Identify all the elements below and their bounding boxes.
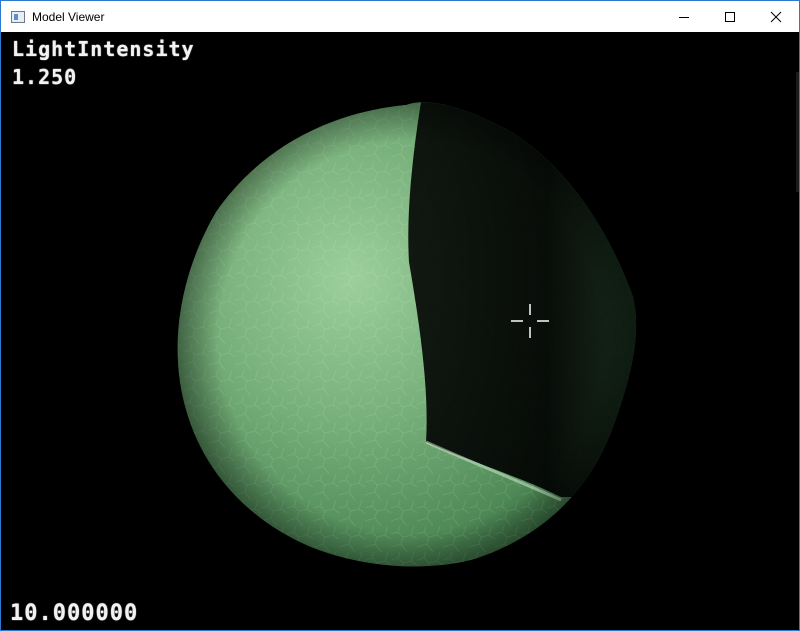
close-button[interactable] [753, 1, 799, 32]
title-bar[interactable]: Model Viewer [1, 1, 799, 32]
model-viewer-window: Model Viewer LightIntensity 1.250 10.000… [0, 0, 800, 631]
app-window-icon [11, 10, 25, 23]
maximize-button[interactable] [707, 1, 753, 32]
minimize-button[interactable] [661, 1, 707, 32]
viewport-edge [796, 72, 799, 192]
bottom-readout: 10.000000 [10, 601, 139, 626]
minimize-icon [679, 16, 689, 18]
parameter-label: LightIntensity [12, 37, 195, 61]
model-scene[interactable] [1, 32, 799, 630]
maximize-icon [725, 11, 735, 22]
render-viewport[interactable]: LightIntensity 1.250 10.000000 [1, 32, 799, 630]
window-controls [661, 1, 799, 32]
window-title: Model Viewer [32, 9, 105, 24]
close-icon [770, 11, 782, 22]
parameter-value: 1.250 [12, 65, 78, 89]
